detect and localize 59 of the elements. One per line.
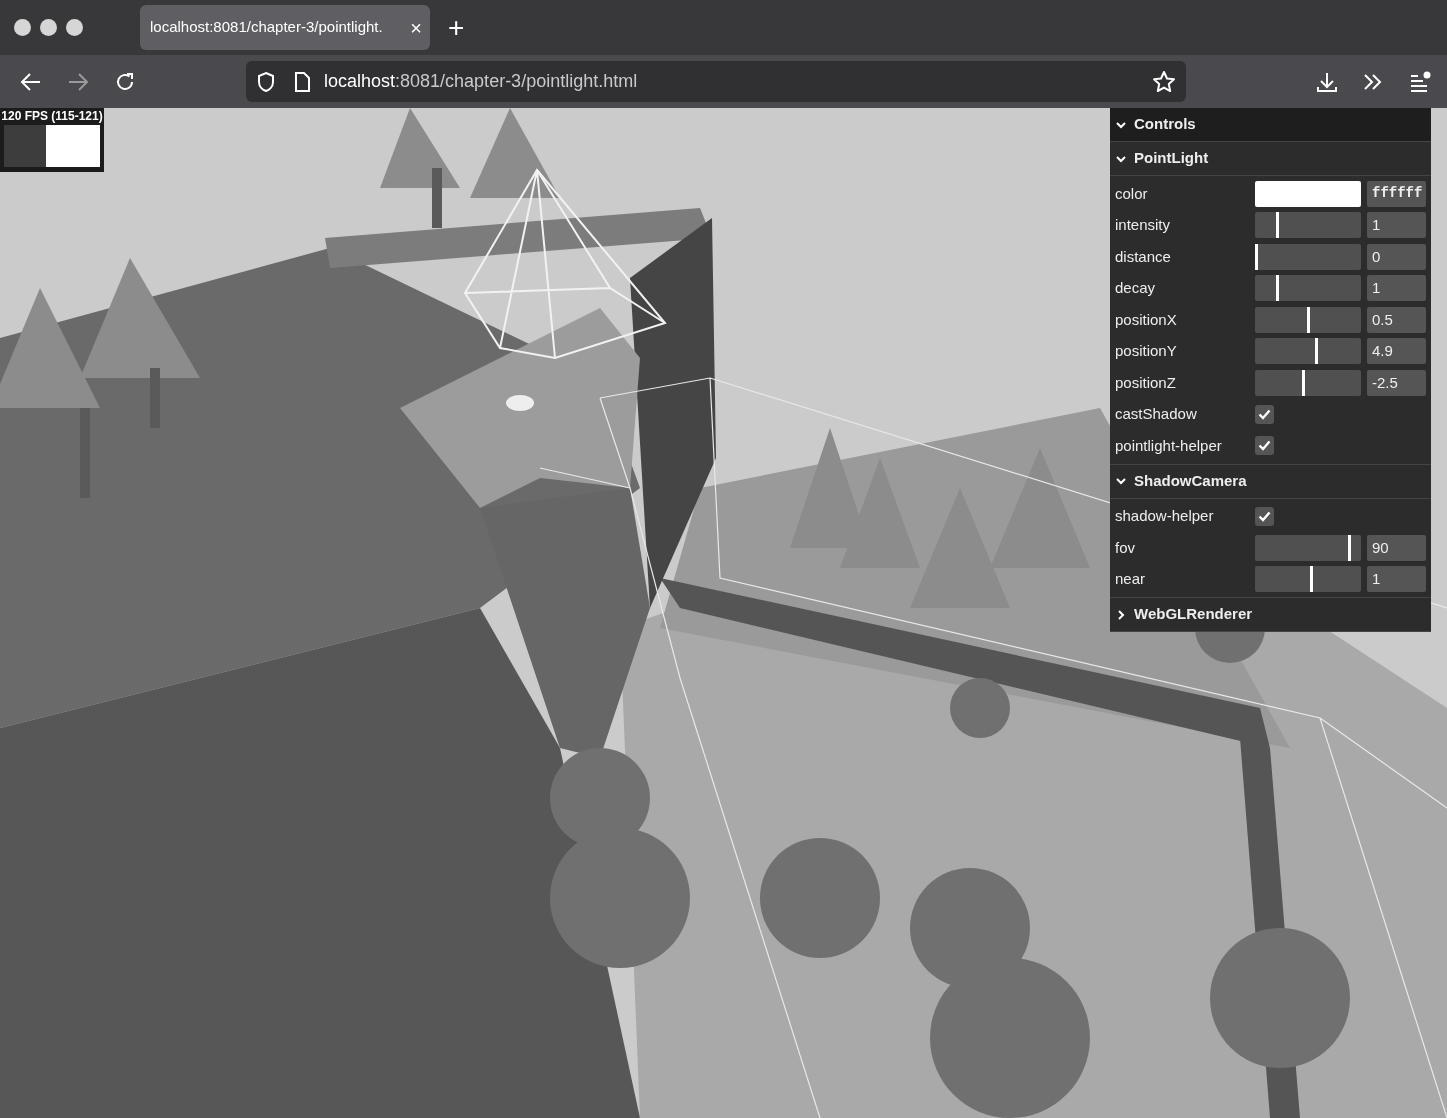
shield-icon[interactable] [256, 70, 276, 93]
window-close-dot-icon[interactable] [14, 19, 31, 36]
slider-thumb[interactable] [1309, 566, 1313, 593]
slider-track[interactable] [1255, 275, 1361, 302]
back-icon[interactable] [20, 71, 42, 92]
slider-thumb[interactable] [1314, 338, 1318, 365]
slider-thumb[interactable] [1275, 212, 1279, 239]
slider-thumb[interactable] [1275, 275, 1279, 302]
control-label: distance [1115, 246, 1172, 267]
slider-track[interactable] [1255, 369, 1361, 396]
window-minimize-dot-icon[interactable] [40, 19, 57, 36]
value-field[interactable]: 1 [1367, 212, 1426, 239]
value-field[interactable]: 4.9 [1367, 338, 1426, 365]
control-label: castShadow [1115, 404, 1198, 424]
url-text: localhost:8081/chapter-3/pointlight.html [324, 70, 639, 93]
value-field[interactable]: ffffff [1367, 180, 1426, 207]
slider-thumb[interactable] [1255, 243, 1258, 270]
control-label: positionY [1115, 341, 1178, 361]
slider-thumb[interactable] [1306, 306, 1310, 333]
slider-track[interactable] [1255, 306, 1361, 333]
slider-track[interactable] [1255, 534, 1361, 561]
slider-track[interactable] [1255, 338, 1361, 365]
value-field[interactable]: 0 [1367, 243, 1426, 270]
control-label: shadow-helper [1115, 506, 1215, 526]
fps-label: 120 FPS (115-121) [1, 108, 103, 125]
control-label: positionZ [1115, 372, 1177, 393]
value-field[interactable]: 90 [1367, 534, 1426, 561]
slider-track[interactable] [1255, 212, 1361, 239]
value-field[interactable]: 1 [1367, 275, 1426, 302]
slider-track[interactable] [1255, 243, 1361, 270]
color-swatch[interactable] [1255, 180, 1361, 207]
download-icon[interactable] [1316, 70, 1338, 93]
checkbox[interactable] [1255, 436, 1274, 456]
reload-icon[interactable] [114, 70, 136, 93]
new-tab-button[interactable]: + [448, 13, 465, 42]
folder-header[interactable]: Controls [1110, 108, 1431, 142]
checkbox[interactable] [1255, 506, 1274, 526]
value-field[interactable]: 0.5 [1367, 306, 1426, 333]
slider-thumb[interactable] [1347, 534, 1351, 561]
control-label: fov [1115, 537, 1136, 558]
value-field[interactable]: 1 [1367, 566, 1426, 593]
control-label: near [1115, 569, 1147, 589]
control-label: intensity [1115, 215, 1172, 235]
bookmark-star-icon[interactable] [1152, 69, 1176, 94]
close-tab-button[interactable]: × [410, 17, 422, 38]
control-label: color [1115, 183, 1149, 204]
checkbox[interactable] [1255, 404, 1274, 424]
chevrons-icon[interactable] [1363, 72, 1383, 91]
control-label: positionX [1115, 309, 1178, 330]
slider-track[interactable] [1255, 566, 1361, 593]
page-icon[interactable] [294, 71, 310, 92]
address-bar[interactable]: localhost:8081/chapter-3/pointlight.html [246, 61, 1186, 102]
browser-tab[interactable]: localhost:8081/chapter-3/pointlight. × [140, 5, 430, 50]
control-label: decay [1115, 278, 1157, 298]
slider-thumb[interactable] [1302, 369, 1306, 396]
control-label: pointlight-helper [1115, 435, 1223, 456]
menu-icon[interactable] [1409, 70, 1431, 93]
window-maximize-dot-icon[interactable] [66, 19, 83, 36]
value-field[interactable]: -2.5 [1367, 369, 1426, 396]
